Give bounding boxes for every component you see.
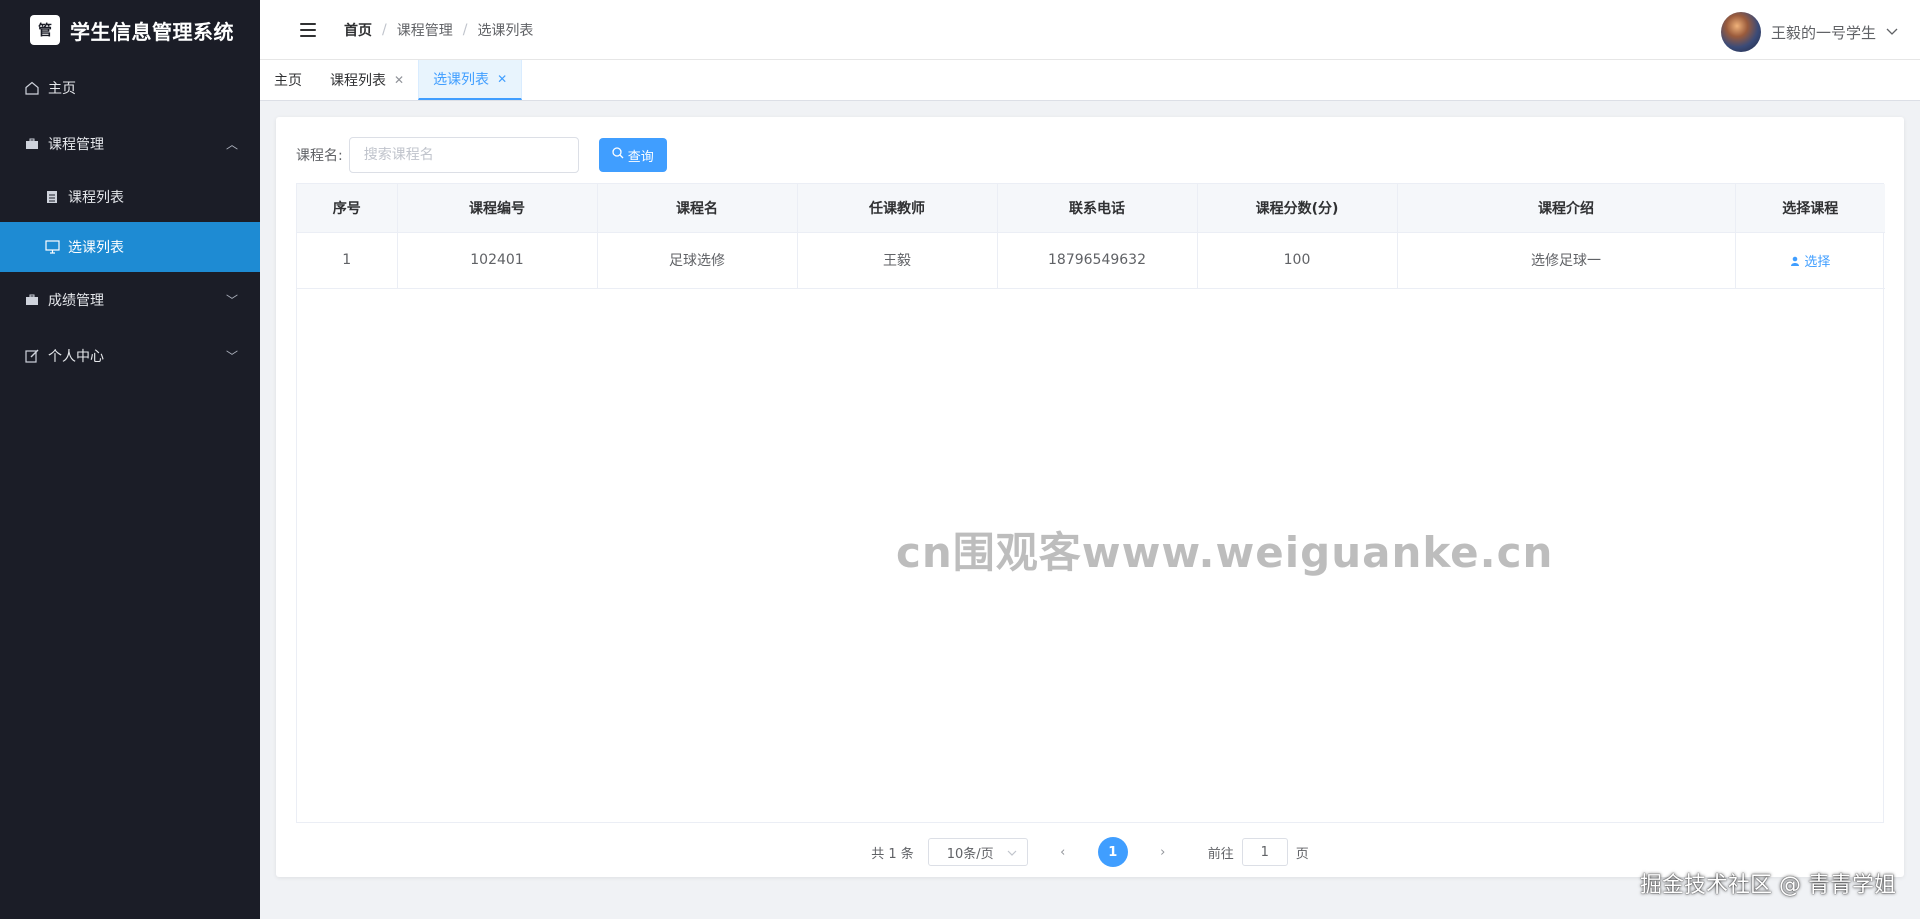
tab-label: 课程列表 [330, 73, 386, 89]
sidebar-item-course-list[interactable]: 课程列表 [0, 172, 260, 222]
sidebar-item-label: 选课列表 [68, 240, 124, 256]
content-card: 课程名: 查询 序号 课程编号 课程名 [276, 117, 1904, 877]
course-selection-table: 序号 课程编号 课程名 任课教师 联系电话 课程分数(分) 课程介绍 选择课程 … [296, 183, 1885, 823]
sidebar-item-course-management[interactable]: 课程管理 ︿ [0, 116, 260, 172]
tab-label: 主页 [274, 73, 302, 89]
top-header: 首页 / 课程管理 / 选课列表 王毅的一号学生 [260, 0, 1920, 60]
chevron-down-icon [1007, 845, 1017, 860]
column-header: 序号 [297, 184, 398, 233]
sidebar-item-selected-course-list[interactable]: 选课列表 [0, 222, 260, 272]
next-page-button[interactable]: › [1148, 845, 1178, 860]
user-icon [1790, 255, 1804, 270]
brand: 管 学生信息管理系统 [0, 0, 260, 60]
chevron-down-icon[interactable] [1886, 24, 1898, 40]
sidebar-item-grade-management[interactable]: 成绩管理 ﹀ [0, 272, 260, 328]
table-header-row: 序号 课程编号 课程名 任课教师 联系电话 课程分数(分) 课程介绍 选择课程 [297, 184, 1885, 233]
search-button-label: 查询 [627, 149, 654, 165]
chevron-down-icon: ﹀ [225, 293, 238, 308]
sidebar-item-label: 个人中心 [48, 349, 104, 365]
app-logo: 管 [30, 15, 60, 45]
close-icon[interactable]: ✕ [394, 73, 404, 87]
column-header: 联系电话 [997, 184, 1198, 233]
pagination-total: 共 1 条 [871, 846, 914, 862]
goto-suffix: 页 [1295, 846, 1309, 862]
sidebar-item-label: 主页 [48, 81, 76, 97]
page-number-button[interactable]: 1 [1097, 837, 1128, 867]
user-name[interactable]: 王毅的一号学生 [1771, 22, 1876, 43]
table-cell: 18796549632 [997, 232, 1198, 289]
search-icon [612, 147, 624, 163]
column-header: 课程分数(分) [1197, 184, 1398, 233]
sidebar-item-label: 课程管理 [48, 137, 104, 153]
search-button[interactable]: 查询 [598, 138, 667, 172]
select-course-button[interactable]: 选择 [1790, 255, 1830, 270]
breadcrumb-separator: / [382, 21, 387, 38]
tab-home[interactable]: 主页 [260, 60, 316, 100]
column-header: 选择课程 [1735, 184, 1885, 233]
tab-bar: 主页 课程列表 ✕ 选课列表 ✕ [260, 60, 1920, 101]
sidebar-menu: 主页 课程管理 ︿ 课程列表 选课列表 成绩管理 ﹀ 个人中心 ﹀ [0, 60, 260, 384]
tab-label: 选课列表 [433, 72, 490, 88]
course-name-search-input[interactable] [348, 137, 579, 173]
page-size-select[interactable]: 10条/页 [927, 838, 1028, 866]
menu-toggle-icon[interactable] [300, 22, 316, 37]
breadcrumb-selected-course-list: 选课列表 [477, 22, 534, 39]
column-header: 课程介绍 [1397, 184, 1736, 233]
sidebar-item-label: 课程列表 [68, 190, 124, 206]
goto-page-input[interactable] [1241, 838, 1288, 866]
column-header: 课程名 [597, 184, 798, 233]
home-icon [24, 80, 40, 96]
table-cell: 足球选修 [597, 232, 798, 289]
avatar[interactable] [1720, 12, 1761, 52]
goto-page: 前往 页 [1208, 838, 1309, 866]
briefcase-icon [24, 292, 40, 308]
breadcrumb: 首页 / 课程管理 / 选课列表 [344, 20, 533, 40]
page-size-value: 10条/页 [946, 846, 994, 862]
table-cell: 选修足球一 [1397, 232, 1736, 289]
select-course-label: 选择 [1804, 254, 1831, 270]
sidebar-item-personal-center[interactable]: 个人中心 ﹀ [0, 328, 260, 384]
pagination: 共 1 条 10条/页 ‹ 1 › 前往 页 [276, 837, 1904, 867]
table-cell-action: 选择 [1735, 232, 1885, 289]
monitor-icon [44, 239, 60, 255]
table-cell: 1 [297, 232, 398, 289]
tab-course-list[interactable]: 课程列表 ✕ [316, 60, 418, 100]
clipboard-icon [44, 189, 60, 205]
table-cell: 100 [1197, 232, 1398, 289]
breadcrumb-separator: / [462, 21, 468, 38]
briefcase-icon [24, 136, 40, 152]
breadcrumb-course-management: 课程管理 [396, 22, 453, 39]
breadcrumb-home[interactable]: 首页 [344, 20, 372, 40]
main-content: 课程名: 查询 序号 课程编号 课程名 [260, 101, 1920, 919]
column-header: 任课教师 [797, 184, 998, 233]
edit-icon [24, 348, 40, 364]
chevron-up-icon: ︿ [225, 137, 238, 152]
sidebar-item-home[interactable]: 主页 [0, 60, 260, 116]
column-header: 课程编号 [397, 184, 598, 233]
prev-page-button[interactable]: ‹ [1048, 845, 1078, 860]
watermark: cn围观客www.weiguanke.cn [896, 528, 1554, 577]
search-bar: 课程名: 查询 [296, 137, 667, 173]
tab-selected-course-list[interactable]: 选课列表 ✕ [418, 60, 523, 100]
close-icon[interactable]: ✕ [497, 72, 507, 86]
search-label: 课程名: [296, 148, 343, 164]
sidebar: 管 学生信息管理系统 主页 课程管理 ︿ 课程列表 选课列表 成绩管理 ﹀ 个人… [0, 0, 260, 919]
app-title: 学生信息管理系统 [70, 19, 234, 44]
table-cell: 王毅 [797, 232, 998, 289]
table-row: 1 102401 足球选修 王毅 18796549632 100 选修足球一 选… [297, 232, 1885, 289]
user-menu[interactable]: 王毅的一号学生 [1720, 12, 1898, 52]
footer-credit: 掘金技术社区 @ 青青学姐 [1640, 873, 1896, 898]
table-cell: 102401 [397, 232, 598, 289]
sidebar-item-label: 成绩管理 [48, 293, 104, 309]
goto-label: 前往 [1207, 846, 1234, 862]
chevron-down-icon: ﹀ [225, 349, 238, 364]
